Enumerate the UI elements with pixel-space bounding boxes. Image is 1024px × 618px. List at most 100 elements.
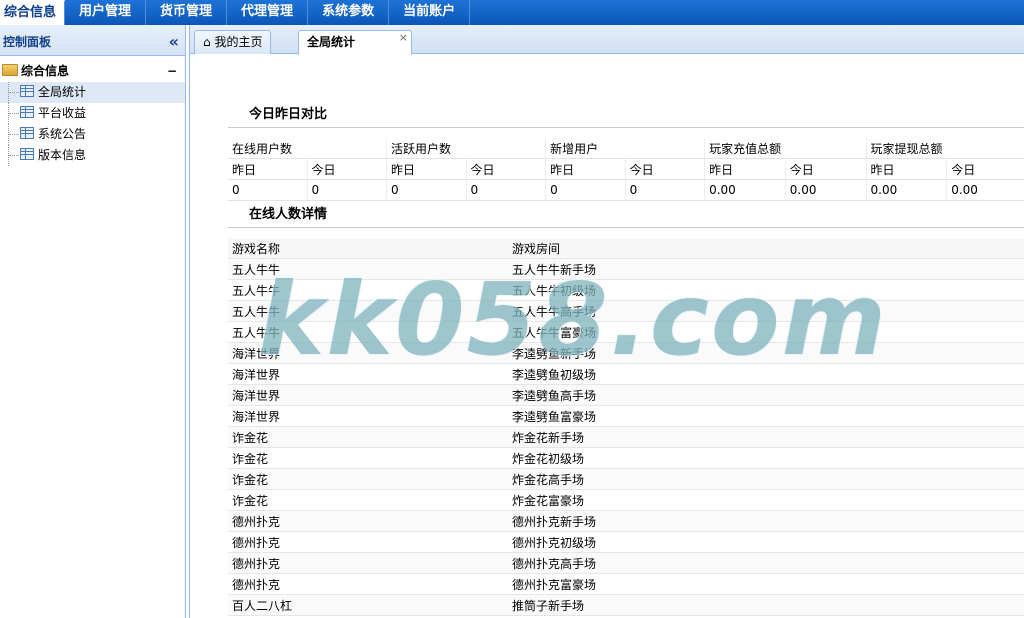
- tree-line: [8, 145, 19, 166]
- game-room-cell: 德州扑克初级场: [508, 531, 1024, 553]
- sidebar-item-label: 版本信息: [38, 148, 87, 162]
- value-cell: 0: [545, 179, 626, 201]
- tab-bar: ⌂ 我的主页 全局统计 ×: [190, 25, 1024, 55]
- table-row: 五人牛牛 五人牛牛高手场: [228, 300, 1024, 322]
- nav-item-system-params[interactable]: 系统参数: [308, 0, 390, 25]
- game-name-cell: 德州扑克: [228, 573, 508, 595]
- sidebar-item-announcements[interactable]: 系统公告: [0, 124, 185, 145]
- top-nav: 综合信息 用户管理 货币管理 代理管理 系统参数 当前账户: [0, 0, 1024, 25]
- table-icon: [20, 85, 34, 97]
- group-header: 在线用户数: [228, 138, 388, 159]
- value-cell: 0: [625, 179, 706, 201]
- collapse-group-icon[interactable]: −: [167, 60, 177, 82]
- table-row: 海洋世界 李逵劈鱼高手场: [228, 384, 1024, 406]
- sidebar-item-global-stats[interactable]: 全局统计: [0, 82, 185, 103]
- table-row: 五人牛牛 五人牛牛富豪场: [228, 321, 1024, 343]
- table-row: 诈金花 炸金花新手场: [228, 426, 1024, 448]
- game-room-cell: 李逵劈鱼富豪场: [508, 405, 1024, 427]
- sidebar-item-version-info[interactable]: 版本信息: [0, 145, 185, 166]
- game-name-cell: 海洋世界: [228, 384, 508, 406]
- game-room-cell: 五人牛牛初级场: [508, 279, 1024, 301]
- column-header: 游戏房间: [508, 238, 1024, 259]
- sidebar-group-overview[interactable]: 综合信息 −: [0, 60, 185, 82]
- sub-header: 今日: [625, 158, 706, 180]
- game-room-cell: 五人牛牛富豪场: [508, 321, 1024, 343]
- table-row: 在线用户数 活跃用户数 新增用户 玩家充值总额 玩家提现总额: [228, 138, 1024, 159]
- table-row: 0 0 0 0 0 0 0.00 0.00 0.00 0.00: [228, 179, 1024, 201]
- sub-header: 今日: [785, 158, 867, 180]
- sub-header: 今日: [946, 158, 1024, 180]
- nav-item-agents[interactable]: 代理管理: [227, 0, 309, 25]
- tree-line: [8, 124, 19, 145]
- table-icon: [20, 148, 34, 160]
- game-room-cell: 德州扑克富豪场: [508, 573, 1024, 595]
- value-cell: 0: [386, 179, 467, 201]
- game-name-cell: 德州扑克: [228, 552, 508, 574]
- game-name-cell: 诈金花: [228, 447, 508, 469]
- game-room-cell: 炸金花新手场: [508, 426, 1024, 448]
- game-name-cell: 诈金花: [228, 468, 508, 490]
- sub-header: 今日: [466, 158, 547, 180]
- online-detail-table: 游戏名称 游戏房间 五人牛牛 五人牛牛新手场 五人牛牛 五人牛牛初级场 五人牛牛 五人牛牛…: [228, 238, 1024, 616]
- sub-header: 昨日: [704, 158, 786, 180]
- sub-header: 昨日: [545, 158, 626, 180]
- game-name-cell: 海洋世界: [228, 363, 508, 385]
- nav-item-currency[interactable]: 货币管理: [146, 0, 228, 25]
- tree-line: [8, 82, 19, 103]
- nav-item-current-account[interactable]: 当前账户: [389, 0, 471, 25]
- game-room-cell: 李逵劈鱼高手场: [508, 384, 1024, 406]
- tab-my-home[interactable]: ⌂ 我的主页: [194, 30, 272, 54]
- sidebar: 控制面板 « 综合信息 − 全局统计 平台收益 系统公告 版本信息: [0, 25, 186, 618]
- game-room-cell: 五人牛牛新手场: [508, 258, 1024, 280]
- group-header: 玩家充值总额: [704, 138, 867, 159]
- table-row: 诈金花 炸金花高手场: [228, 468, 1024, 490]
- table-row: 德州扑克 德州扑克富豪场: [228, 573, 1024, 595]
- game-room-cell: 推筒子新手场: [508, 594, 1024, 616]
- comparison-table: 在线用户数 活跃用户数 新增用户 玩家充值总额 玩家提现总额 昨日 今日 昨日 …: [228, 138, 1024, 201]
- sidebar-item-label: 系统公告: [38, 127, 87, 141]
- game-room-cell: 炸金花富豪场: [508, 489, 1024, 511]
- table-row: 德州扑克 德州扑克初级场: [228, 531, 1024, 553]
- close-icon[interactable]: ×: [399, 26, 408, 49]
- main-panel: ⌂ 我的主页 全局统计 × 今日昨日对比 在线用户数 活跃用户数 新增用户 玩家…: [189, 25, 1024, 618]
- sub-header: 昨日: [386, 158, 467, 180]
- game-room-cell: 炸金花高手场: [508, 468, 1024, 490]
- column-header: 游戏名称: [228, 238, 508, 259]
- sidebar-group-label: 综合信息: [21, 64, 70, 78]
- game-room-cell: 李逵劈鱼新手场: [508, 342, 1024, 364]
- collapse-icon[interactable]: «: [169, 25, 179, 59]
- table-row: 德州扑克 德州扑克高手场: [228, 552, 1024, 574]
- game-name-cell: 五人牛牛: [228, 300, 508, 322]
- nav-item-users[interactable]: 用户管理: [65, 0, 147, 25]
- value-cell: 0.00: [785, 179, 867, 201]
- game-room-cell: 炸金花初级场: [508, 447, 1024, 469]
- game-name-cell: 诈金花: [228, 489, 508, 511]
- sub-header: 今日: [307, 158, 388, 180]
- game-name-cell: 海洋世界: [228, 342, 508, 364]
- game-name-cell: 五人牛牛: [228, 258, 508, 280]
- table-icon: [20, 127, 34, 139]
- game-name-cell: 诈金花: [228, 426, 508, 448]
- tree-line: [8, 103, 19, 124]
- table-icon: [20, 106, 34, 118]
- nav-item-overview[interactable]: 综合信息: [0, 0, 66, 25]
- tab-label: 全局统计: [307, 35, 356, 49]
- value-cell: 0.00: [866, 179, 948, 201]
- value-cell: 0: [228, 179, 308, 201]
- table-row: 海洋世界 李逵劈鱼富豪场: [228, 405, 1024, 427]
- folder-icon: [2, 64, 18, 76]
- group-header: 玩家提现总额: [866, 138, 1024, 159]
- sidebar-item-platform-revenue[interactable]: 平台收益: [0, 103, 185, 124]
- table-row: 五人牛牛 五人牛牛初级场: [228, 279, 1024, 301]
- comparison-title: 今日昨日对比: [228, 103, 1024, 128]
- table-row: 百人二八杠 推筒子新手场: [228, 594, 1024, 616]
- game-name-cell: 海洋世界: [228, 405, 508, 427]
- table-row: 海洋世界 李逵劈鱼新手场: [228, 342, 1024, 364]
- group-header: 活跃用户数: [386, 138, 547, 159]
- tab-global-stats[interactable]: 全局统计 ×: [298, 30, 412, 55]
- game-room-cell: 五人牛牛高手场: [508, 300, 1024, 322]
- game-room-cell: 德州扑克高手场: [508, 552, 1024, 574]
- game-name-cell: 德州扑克: [228, 531, 508, 553]
- tab-label: 我的主页: [214, 35, 263, 49]
- sidebar-items: 全局统计 平台收益 系统公告 版本信息: [0, 82, 185, 166]
